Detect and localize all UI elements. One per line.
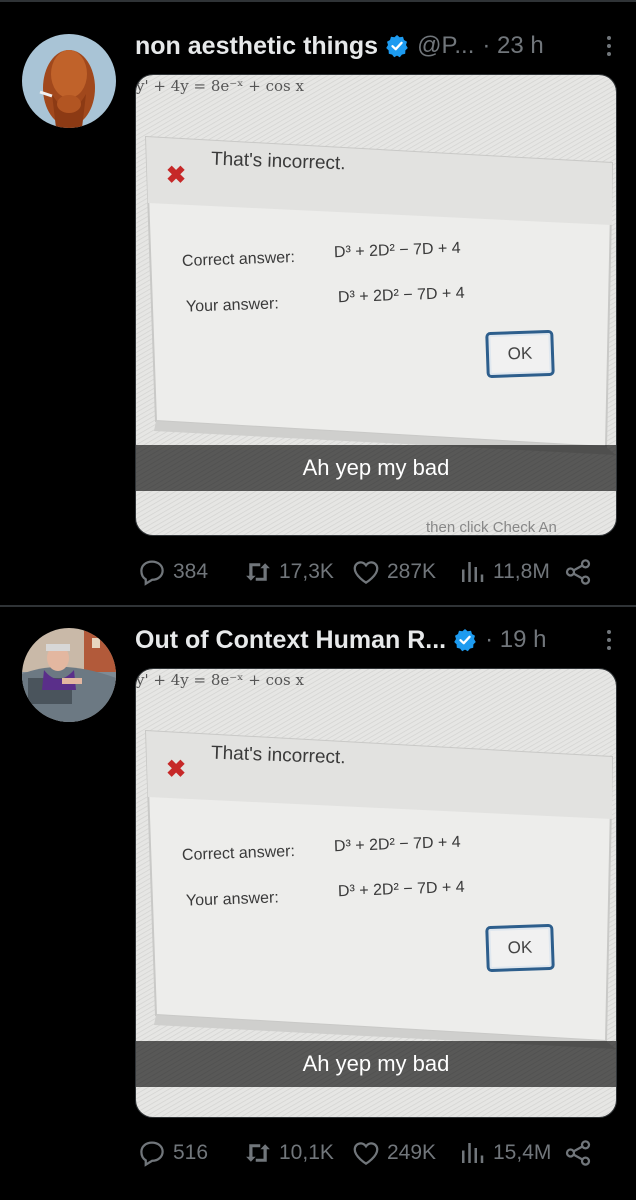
more-icon[interactable]	[600, 625, 618, 655]
verified-badge-icon	[453, 628, 477, 652]
views-button[interactable]: 11,8M	[457, 557, 550, 587]
reply-button[interactable]: 384	[137, 557, 208, 587]
views-button[interactable]: 15,4M	[457, 1138, 551, 1168]
ok-button[interactable]: OK	[485, 923, 555, 973]
author-handle[interactable]: @P...	[417, 32, 474, 60]
bottom-hint-text: then click Check An	[426, 519, 557, 536]
error-message: That's incorrect.	[210, 148, 346, 175]
reply-count: 384	[173, 560, 209, 583]
repost-icon	[246, 1144, 270, 1162]
views-icon	[462, 1143, 484, 1163]
tweet-actions: 384 17,3K 287K 11,8M	[135, 554, 615, 590]
meme-caption: Ah yep my bad	[136, 1041, 616, 1087]
tweet-header: non aesthetic things @P... · 23 h	[135, 26, 618, 66]
author-name[interactable]: Out of Context Human R...	[135, 626, 446, 655]
ok-button[interactable]: OK	[485, 329, 555, 379]
repost-count: 17,3K	[279, 560, 334, 583]
tweet-header: Out of Context Human R... · 19 h	[135, 620, 618, 660]
avatar[interactable]	[22, 34, 116, 128]
like-icon	[353, 1142, 379, 1165]
author-name[interactable]: non aesthetic things	[135, 32, 378, 61]
error-message: That's incorrect.	[210, 742, 346, 769]
tweet-1[interactable]: non aesthetic things @P... · 23 h y' + 4…	[0, 0, 636, 605]
tweet-image[interactable]: y' + 4y = 8e⁻ˣ + cos x ✖ That's incorrec…	[135, 74, 617, 536]
reply-button[interactable]: 516	[137, 1138, 208, 1168]
equation-text: y' + 4y = 8e⁻ˣ + cos x	[136, 77, 304, 95]
like-button[interactable]: 287K	[351, 557, 436, 587]
your-answer-label: Your answer:	[185, 295, 280, 316]
timestamp[interactable]: · 19 h	[485, 626, 546, 654]
reply-icon	[140, 1141, 164, 1167]
like-icon	[353, 561, 379, 584]
error-x-icon: ✖	[166, 162, 187, 189]
reply-icon	[140, 560, 164, 586]
error-x-icon: ✖	[166, 756, 187, 783]
repost-count: 10,1K	[279, 1141, 334, 1164]
avatar[interactable]	[22, 628, 116, 722]
meme-caption: Ah yep my bad	[136, 445, 616, 491]
like-count: 287K	[387, 560, 437, 583]
share-button[interactable]	[563, 557, 599, 587]
tweet-2[interactable]: Out of Context Human R... · 19 h y' + 4y…	[0, 607, 636, 1200]
timestamp[interactable]: · 23 h	[482, 32, 543, 60]
share-icon	[565, 559, 591, 585]
views-count: 11,8M	[493, 560, 550, 583]
repost-icon	[246, 563, 270, 581]
more-icon[interactable]	[600, 31, 618, 61]
repost-button[interactable]: 17,3K	[243, 557, 334, 587]
like-button[interactable]: 249K	[351, 1138, 436, 1168]
your-answer-label: Your answer:	[185, 889, 280, 910]
tweet-image[interactable]: y' + 4y = 8e⁻ˣ + cos x ✖ That's incorrec…	[135, 668, 617, 1118]
like-count: 249K	[387, 1141, 437, 1164]
repost-button[interactable]: 10,1K	[243, 1138, 334, 1168]
views-count: 15,4M	[493, 1141, 552, 1164]
views-icon	[462, 562, 484, 582]
share-button[interactable]	[563, 1138, 599, 1168]
tweet-actions: 516 10,1K 249K 15,4M	[135, 1135, 615, 1171]
share-icon	[565, 1140, 591, 1166]
reply-count: 516	[173, 1141, 209, 1164]
equation-text: y' + 4y = 8e⁻ˣ + cos x	[136, 671, 304, 689]
verified-badge-icon	[385, 34, 409, 58]
